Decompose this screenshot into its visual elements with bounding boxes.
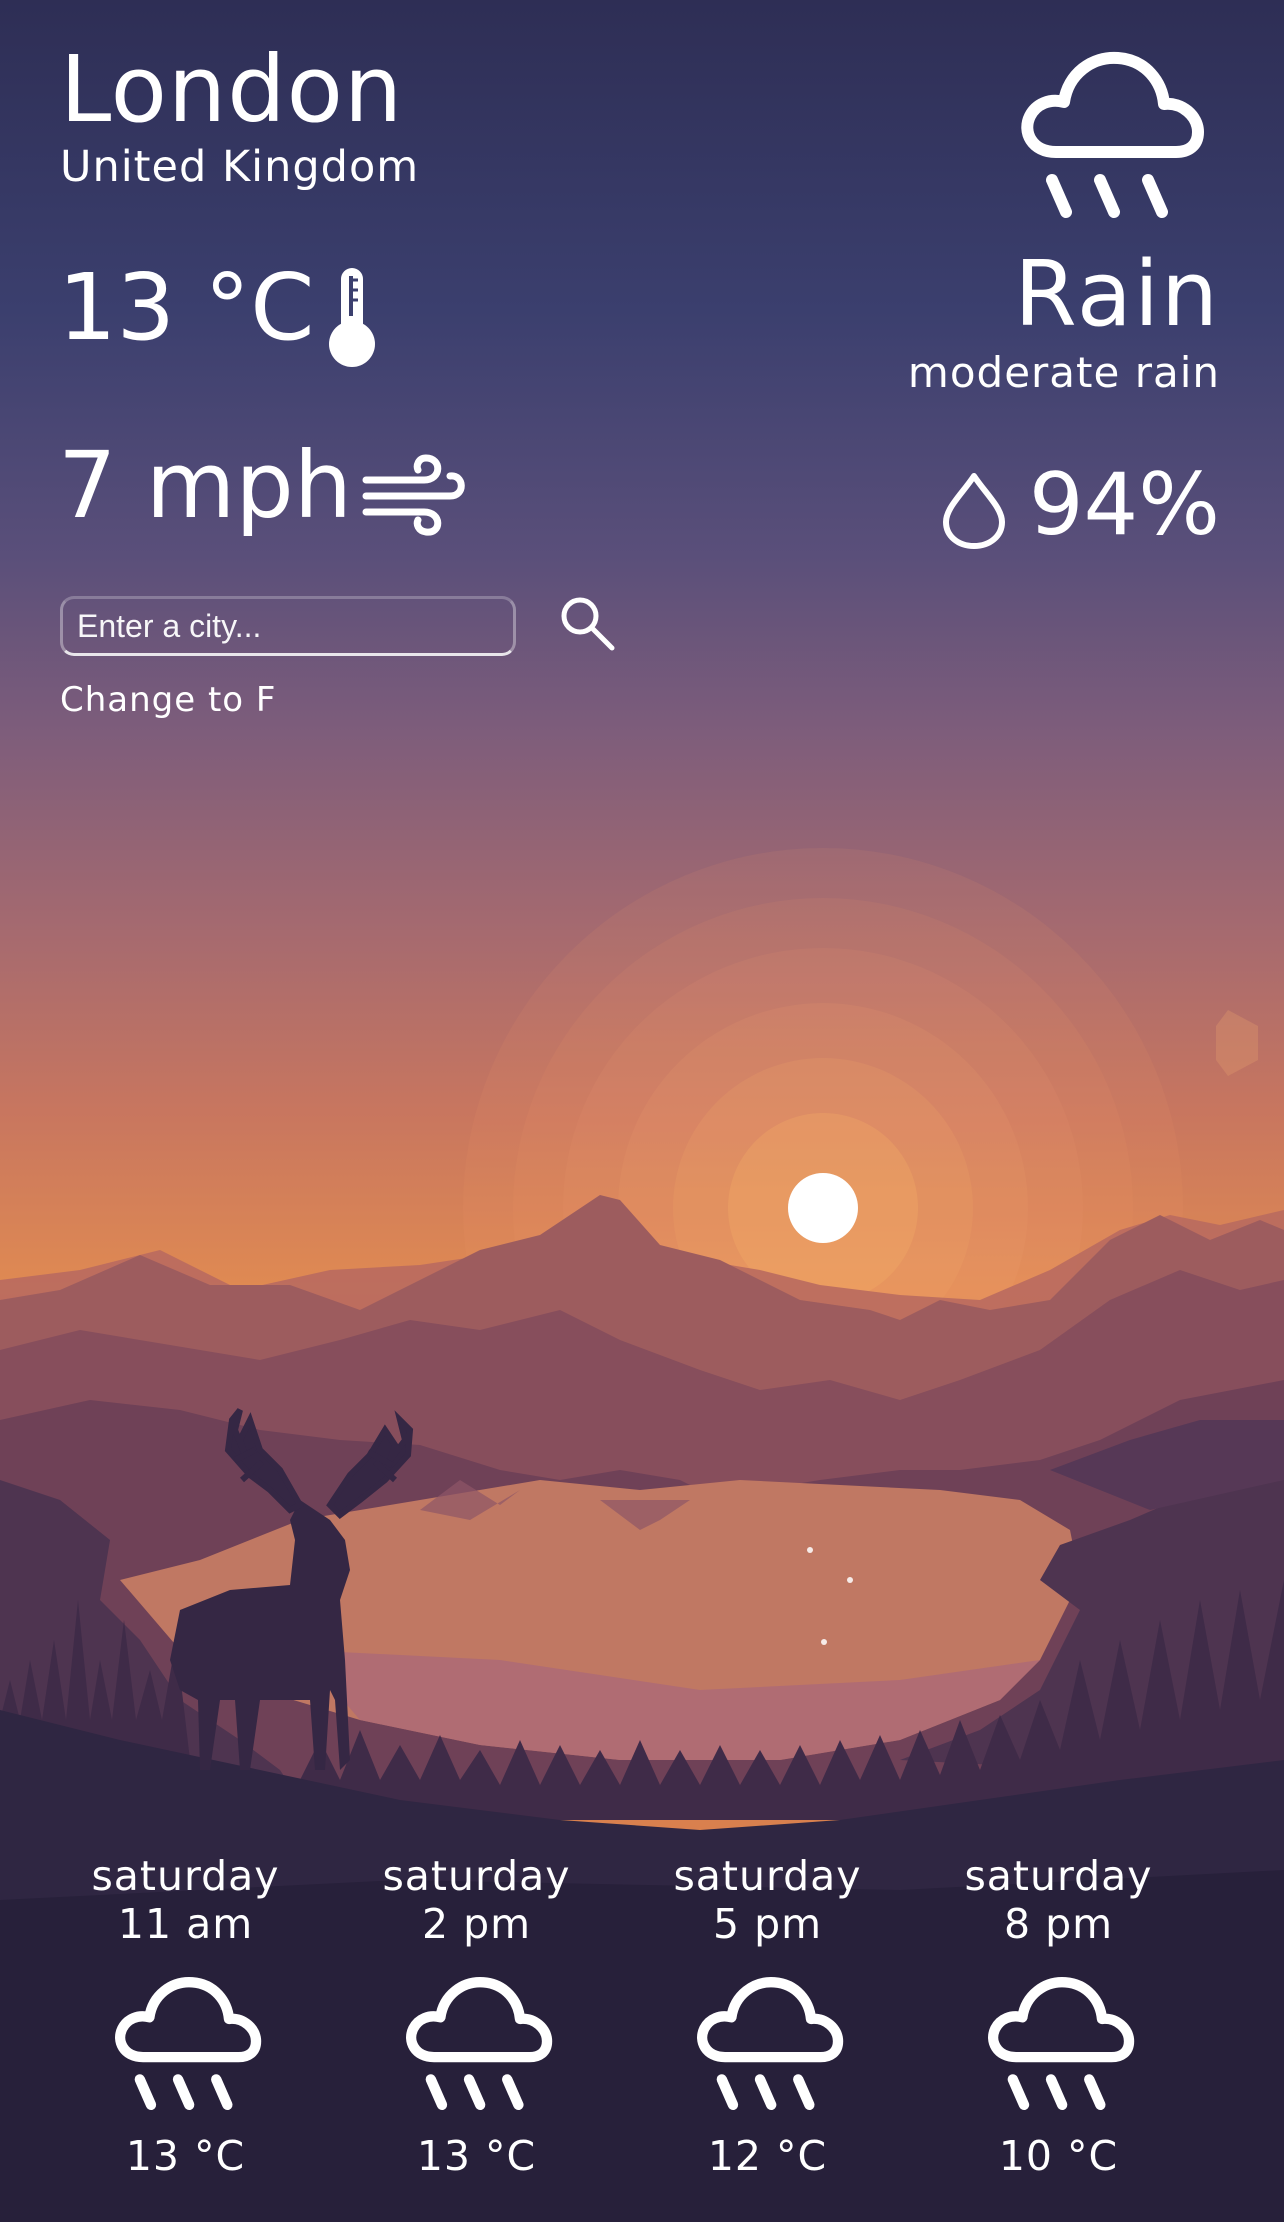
forecast-temperature: 13 °C: [416, 2132, 537, 2180]
forecast-temperature: 12 °C: [707, 2132, 828, 2180]
cloud-rain-icon: [987, 1977, 1134, 2111]
forecast-time: 11 am: [117, 1900, 254, 1948]
forecast-item: saturday 8 pm 10 °C: [913, 1852, 1204, 2180]
unit-toggle-link[interactable]: Change to F: [60, 680, 276, 720]
city-name: London: [60, 36, 404, 143]
weather-screen: London United Kingdom 13 °C 7 mph Rain m…: [0, 0, 1284, 2222]
cloud-rain-icon: [405, 1977, 552, 2111]
humidity-value: 94%: [1028, 455, 1220, 555]
hourly-forecast: saturday 11 am 13 °C saturday 2 pm 13 °C…: [40, 1852, 1204, 2180]
forecast-temperature: 10 °C: [998, 2132, 1119, 2180]
forecast-time: 5 pm: [712, 1900, 823, 1948]
forecast-item: saturday 11 am 13 °C: [40, 1852, 331, 2180]
sun: [788, 1173, 858, 1243]
wind-icon: [362, 454, 465, 536]
forecast-temperature: 13 °C: [125, 2132, 246, 2180]
current-temperature: 13 °C: [58, 254, 315, 361]
condition-description: moderate rain: [907, 348, 1220, 397]
country-name: United Kingdom: [60, 142, 420, 192]
droplet-icon: [943, 473, 1005, 549]
forecast-day: saturday: [382, 1852, 571, 1900]
forecast-day: saturday: [91, 1852, 280, 1900]
forecast-time: 8 pm: [1003, 1900, 1114, 1948]
cloud-rain-icon: [1021, 51, 1204, 218]
forecast-time: 2 pm: [421, 1900, 532, 1948]
search-icon[interactable]: [556, 592, 620, 656]
thermometer-icon: [329, 268, 375, 367]
wind-speed: 7 mph: [58, 432, 353, 539]
cloud-rain-icon: [696, 1977, 843, 2111]
forecast-item: saturday 2 pm 13 °C: [331, 1852, 622, 2180]
city-search-input[interactable]: [60, 596, 516, 656]
forecast-day: saturday: [673, 1852, 862, 1900]
cloud-rain-icon: [114, 1977, 261, 2111]
forecast-item: saturday 5 pm 12 °C: [622, 1852, 913, 2180]
forecast-day: saturday: [964, 1852, 1153, 1900]
condition-title: Rain: [1014, 242, 1220, 347]
